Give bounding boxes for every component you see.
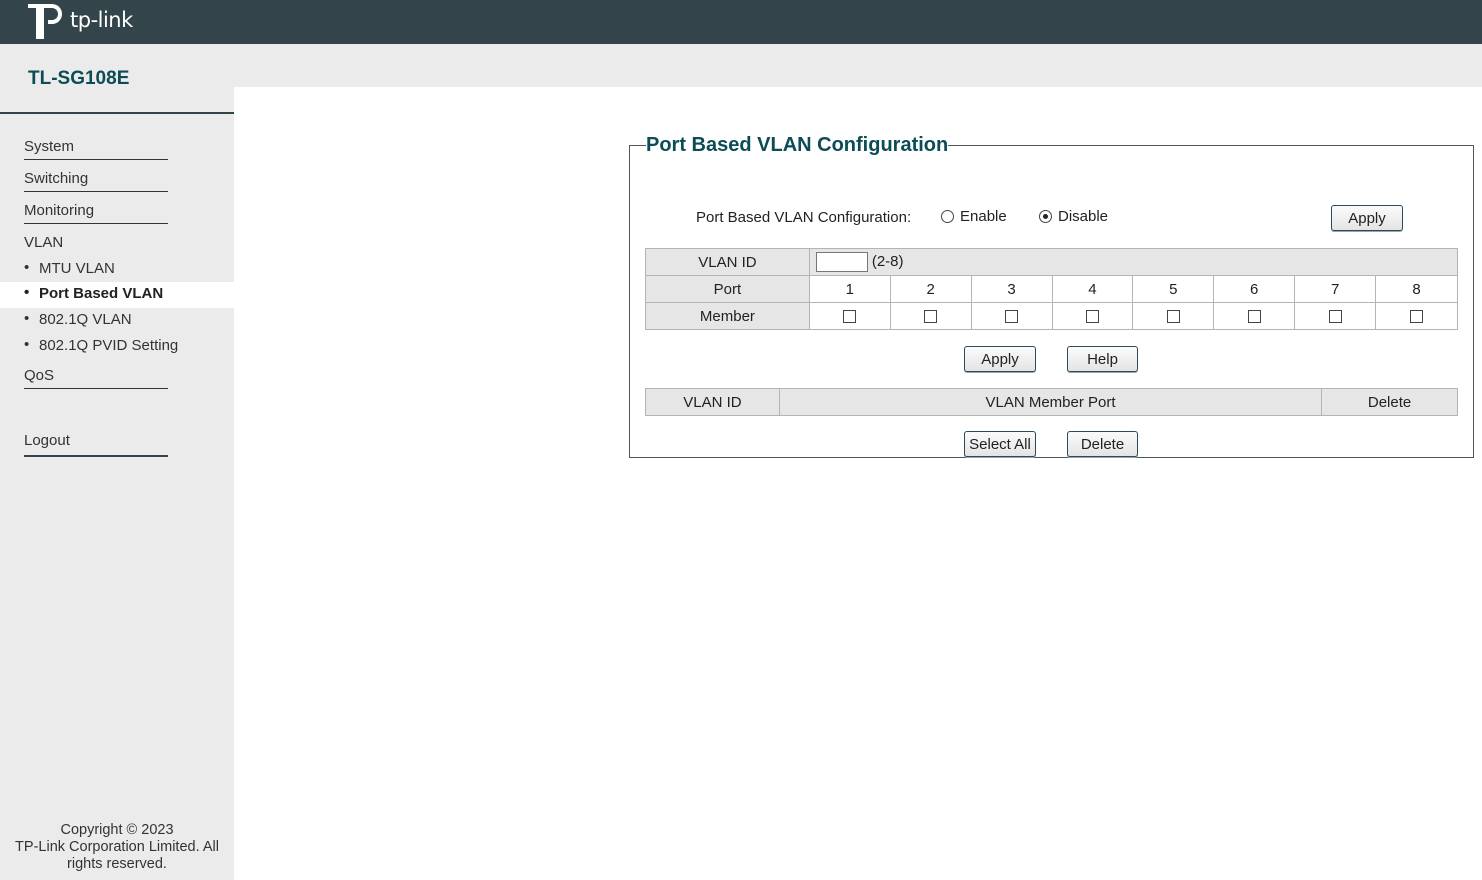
column-header-member-port: VLAN Member Port xyxy=(778,388,1323,416)
sidebar: TL-SG108E System Switching Monitoring VL… xyxy=(0,44,234,880)
logout-link[interactable]: Logout xyxy=(24,432,168,457)
copyright-line: TP-Link Corporation Limited. All xyxy=(15,839,219,855)
bullet-icon: • xyxy=(24,284,30,301)
member-cell xyxy=(1213,302,1296,330)
apply-config-button[interactable]: Apply xyxy=(1331,205,1403,231)
sidebar-subitem-port-based-vlan[interactable]: • Port Based VLAN xyxy=(0,282,234,308)
radio-circle[interactable] xyxy=(941,210,954,223)
disable-label: Disable xyxy=(1058,208,1109,225)
sidebar-item-qos[interactable]: QoS xyxy=(24,367,168,389)
bullet-icon: • xyxy=(24,336,30,353)
sidebar-item-vlan[interactable]: VLAN xyxy=(24,234,168,255)
vlan-id-label: VLAN ID xyxy=(645,248,810,276)
member-cell xyxy=(1051,302,1134,330)
vlan-member-table: VLAN ID (2-8) Port 1 2 3 4 5 6 7 8 Membe… xyxy=(645,248,1459,330)
port-number: 1 xyxy=(808,275,891,303)
port-number: 5 xyxy=(1132,275,1215,303)
content-header-strip xyxy=(234,44,1482,87)
vlan-config-row: Port Based VLAN Configuration: Enable Di… xyxy=(696,203,1436,229)
port-number: 6 xyxy=(1213,275,1296,303)
sidebar-item-monitoring[interactable]: Monitoring xyxy=(24,202,168,224)
sidebar-subitem-label: 802.1Q PVID Setting xyxy=(39,337,179,354)
member-cell xyxy=(970,302,1053,330)
port-row: Port 1 2 3 4 5 6 7 8 xyxy=(645,275,1458,303)
vlan-id-cell: (2-8) xyxy=(808,248,1459,276)
apply-button[interactable]: Apply xyxy=(964,346,1036,372)
sidebar-subitem-label: 802.1Q VLAN xyxy=(39,311,132,328)
port-based-vlan-panel: Port Based VLAN Configuration Port Based… xyxy=(629,134,1474,458)
vlan-list-table: VLAN ID VLAN Member Port Delete xyxy=(645,388,1458,416)
member-cell xyxy=(1132,302,1215,330)
sidebar-subitem-label: MTU VLAN xyxy=(39,260,115,277)
port-number: 2 xyxy=(889,275,972,303)
radio-circle-selected[interactable] xyxy=(1039,210,1052,223)
sidebar-item-switching[interactable]: Switching xyxy=(24,170,168,192)
enable-radio[interactable]: Enable xyxy=(941,208,1007,225)
enable-label: Enable xyxy=(960,208,1007,225)
vlan-id-input[interactable] xyxy=(815,252,868,272)
port-number: 4 xyxy=(1051,275,1134,303)
copyright-line: Copyright © 2023 xyxy=(60,822,174,838)
sidebar-subitem-8021q-vlan[interactable]: • 802.1Q VLAN xyxy=(0,308,234,334)
column-header-vlan-id: VLAN ID xyxy=(645,388,780,416)
select-all-button[interactable]: Select All xyxy=(964,431,1036,457)
help-button[interactable]: Help xyxy=(1067,346,1138,372)
sidebar-subitem-mtu-vlan[interactable]: • MTU VLAN xyxy=(0,257,234,283)
tp-link-logo: tp-link xyxy=(26,0,133,40)
member-cell xyxy=(1375,302,1458,330)
delete-button[interactable]: Delete xyxy=(1067,431,1138,457)
member-checkbox-port-6[interactable] xyxy=(1247,310,1261,324)
model-divider xyxy=(0,112,234,114)
port-number: 8 xyxy=(1375,275,1458,303)
sidebar-subitem-label: Port Based VLAN xyxy=(39,285,164,302)
model-name: TL-SG108E xyxy=(28,68,130,89)
logo-text: tp-link xyxy=(70,8,133,32)
member-checkbox-port-7[interactable] xyxy=(1328,310,1342,324)
member-checkbox-port-5[interactable] xyxy=(1166,310,1180,324)
sidebar-subitem-8021q-pvid-setting[interactable]: • 802.1Q PVID Setting xyxy=(0,334,234,360)
port-number: 7 xyxy=(1294,275,1377,303)
member-checkbox-port-8[interactable] xyxy=(1410,310,1424,324)
column-header-delete: Delete xyxy=(1321,388,1458,416)
member-row: Member xyxy=(645,302,1458,330)
member-cell xyxy=(889,302,972,330)
member-checkbox-port-1[interactable] xyxy=(843,310,857,324)
member-label: Member xyxy=(645,302,810,330)
bullet-icon: • xyxy=(24,310,30,327)
member-checkbox-port-4[interactable] xyxy=(1085,310,1099,324)
member-checkbox-port-2[interactable] xyxy=(924,310,938,324)
vlan-id-range: (2-8) xyxy=(871,252,904,270)
vlan-config-label: Port Based VLAN Configuration: xyxy=(696,209,912,226)
tp-link-logo-icon xyxy=(26,1,68,39)
vlan-id-row: VLAN ID (2-8) xyxy=(645,248,1459,276)
panel-title: Port Based VLAN Configuration xyxy=(646,134,949,156)
sidebar-item-system[interactable]: System xyxy=(24,138,168,160)
port-number: 3 xyxy=(970,275,1053,303)
bullet-icon: • xyxy=(24,259,30,276)
top-header-bar: tp-link xyxy=(0,0,1482,44)
disable-radio[interactable]: Disable xyxy=(1039,208,1108,225)
copyright-text: Copyright © 2023 TP-Link Corporation Lim… xyxy=(0,822,234,873)
port-label: Port xyxy=(645,275,810,303)
vlan-list-header-row: VLAN ID VLAN Member Port Delete xyxy=(645,388,1458,416)
member-cell xyxy=(1294,302,1377,330)
copyright-line: rights reserved. xyxy=(67,856,167,872)
member-checkbox-port-3[interactable] xyxy=(1005,310,1019,324)
member-cell xyxy=(808,302,891,330)
